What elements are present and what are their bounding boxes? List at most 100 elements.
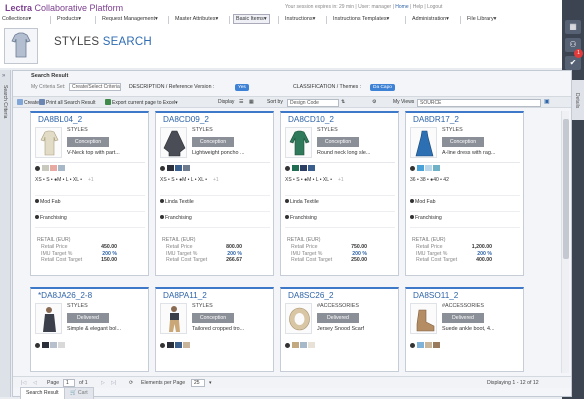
home-link[interactable]: Home	[395, 4, 408, 10]
prev-page-icon[interactable]: ◁	[33, 380, 37, 386]
per-page-select[interactable]: 25	[191, 379, 205, 387]
expand-icon[interactable]: »	[2, 73, 5, 79]
channel: Franchising	[35, 215, 67, 221]
retail-info: RETAIL (EUR) Retail Price 800.00 IMU Targ…	[162, 237, 242, 263]
page-input[interactable]: 1	[63, 379, 75, 387]
card-description: V-Neck top with part...	[67, 150, 120, 156]
menu-instructions-templates[interactable]: Instructions Templates▾	[331, 15, 391, 23]
menu-collections[interactable]: Collections▾	[0, 15, 33, 23]
menu-products[interactable]: Products▾	[55, 15, 83, 23]
create-button[interactable]: Create	[17, 99, 39, 106]
card-code[interactable]: DA8DR17_2	[413, 115, 459, 124]
checklist-icon[interactable]: ✔	[565, 56, 581, 70]
status-badge: Conception	[67, 137, 109, 147]
criteria-set-select[interactable]: Create/Select Criteria Set	[69, 83, 121, 91]
description-label: DESCRIPTION / Reference Version :	[129, 84, 215, 90]
color-swatches	[160, 162, 270, 172]
card-description: Jersey Snood Scarf	[317, 326, 365, 332]
color-swatches	[285, 340, 395, 350]
color-swatches	[410, 162, 520, 172]
brand-logo: Lectra Collaborative Platform	[5, 3, 124, 13]
product-thumbnail[interactable]	[285, 127, 312, 158]
style-card[interactable]: DA8PA11_2 STYLES Conception Tailored cro…	[155, 287, 274, 372]
tab-cart[interactable]: 🛒 Cart	[64, 387, 94, 399]
sort-direction-icon[interactable]: ⇅	[341, 99, 345, 105]
status-badge: Delivered	[442, 313, 484, 323]
color-swatches	[35, 162, 145, 172]
description-value[interactable]: Yes	[235, 84, 249, 91]
my-views-select[interactable]: SOURCE	[417, 99, 541, 107]
card-code[interactable]: DA8CD10_2	[288, 115, 334, 124]
supplier: Mod Fab	[35, 199, 60, 205]
next-page-icon[interactable]: ▷	[101, 380, 105, 386]
status-badge: Conception	[192, 137, 234, 147]
card-code[interactable]: *DA8JA26_2-8	[38, 291, 92, 300]
logout-link[interactable]: Logout	[427, 4, 442, 10]
card-code[interactable]: DA8BL04_2	[38, 115, 82, 124]
product-thumbnail[interactable]	[285, 303, 312, 334]
notification-badge: 1	[574, 49, 583, 58]
product-thumbnail[interactable]	[160, 303, 187, 334]
print-button[interactable]: Print all Search Result	[39, 99, 95, 106]
card-description: Suede ankle boot, 4...	[442, 326, 495, 332]
style-card[interactable]: DA8DR17_2 STYLES Conception A-line dress…	[405, 111, 524, 276]
style-card[interactable]: DA8SC26_2 #ACCESSORIES Delivered Jersey …	[280, 287, 399, 372]
style-card[interactable]: DA8CD09_2 STYLES Conception Lightweight …	[155, 111, 274, 276]
menu-instructions[interactable]: Instructions▾	[283, 15, 317, 23]
details-tab[interactable]: Details	[572, 80, 584, 120]
last-page-icon[interactable]: ▷|	[111, 380, 116, 386]
classification-value[interactable]: Da Capo	[370, 84, 395, 91]
card-code[interactable]: DA8PA11_2	[163, 291, 207, 300]
settings-icon[interactable]: ⚙	[372, 99, 376, 105]
menu-administration[interactable]: Administration▾	[410, 15, 451, 23]
channel: Franchising	[160, 215, 192, 221]
style-card[interactable]: DA8BL04_2 STYLES Conception V-Neck top w…	[30, 111, 149, 276]
size-range: XS • S • ●M • L • XL • +1	[35, 177, 94, 183]
tab-search-result[interactable]: Search Result	[20, 387, 65, 399]
vertical-scrollbar[interactable]	[561, 111, 569, 373]
product-thumbnail[interactable]	[35, 127, 62, 158]
user-name: manager	[371, 4, 392, 10]
style-card[interactable]: DA8SO11_2 #ACCESSORIES Delivered Suede a…	[405, 287, 524, 372]
card-description: Round neck long sle...	[317, 150, 371, 156]
save-icon[interactable]: ▣	[544, 98, 550, 105]
style-card[interactable]: *DA8JA26_2-8 STYLES Delivered Simple & e…	[30, 287, 149, 372]
sort-label: Sort by	[267, 99, 283, 105]
list-view-icon[interactable]: ☰	[239, 99, 243, 105]
card-code[interactable]: DA8CD09_2	[163, 115, 209, 124]
menu-file-library[interactable]: File Library▾	[465, 15, 498, 23]
search-criteria-tab[interactable]: » Search Criteria	[0, 70, 11, 397]
retail-info: RETAIL (EUR) Retail Price 450.00 IMU Targ…	[37, 237, 117, 263]
menu-request-management[interactable]: Request Management▾	[100, 15, 160, 23]
product-thumbnail[interactable]	[160, 127, 187, 158]
menu-master-attributes[interactable]: Master Attributes▾	[173, 15, 220, 23]
criteria-set-label: My Criteria Set:	[31, 84, 66, 90]
grid-icon[interactable]: ▦	[565, 20, 581, 34]
export-excel-button[interactable]: Export current page to Excel▾	[105, 99, 178, 106]
card-code[interactable]: DA8SC26_2	[288, 291, 334, 300]
my-views-label: My Views	[393, 99, 415, 105]
criteria-row: My Criteria Set: Create/Select Criteria …	[13, 82, 571, 94]
session-text: Your session expires in: 29 min | User:	[285, 4, 371, 10]
product-thumbnail[interactable]	[410, 127, 437, 158]
size-range: 36 • 38 • ●40 • 42	[410, 177, 449, 183]
results-grid: DA8BL04_2 STYLES Conception V-Neck top w…	[30, 111, 560, 373]
card-description: Tailored cropped tro...	[192, 326, 245, 332]
product-thumbnail[interactable]	[410, 303, 437, 334]
refresh-icon[interactable]: ⟳	[129, 380, 133, 386]
color-swatches	[410, 340, 520, 350]
card-description: A-line dress with rag...	[442, 150, 496, 156]
menu-basic-items[interactable]: Basic Items▾	[233, 14, 270, 24]
per-page-dropdown-icon[interactable]: ▾	[209, 380, 212, 386]
status-badge: Conception	[192, 313, 234, 323]
product-thumbnail[interactable]	[35, 303, 62, 334]
card-code[interactable]: DA8SO11_2	[413, 291, 458, 300]
first-page-icon[interactable]: |◁	[21, 380, 26, 386]
retail-info: RETAIL (EUR) Retail Price 750.00 IMU Targ…	[287, 237, 367, 263]
size-range: XS • S • ●M • L • XL • +1	[285, 177, 344, 183]
help-link[interactable]: Help	[413, 4, 423, 10]
sort-select[interactable]: Design Code	[287, 99, 339, 107]
grid-view-icon[interactable]: ▦	[249, 99, 254, 105]
style-card[interactable]: DA8CD10_2 STYLES Conception Round neck l…	[280, 111, 399, 276]
session-info: Your session expires in: 29 min | User: …	[285, 4, 443, 10]
